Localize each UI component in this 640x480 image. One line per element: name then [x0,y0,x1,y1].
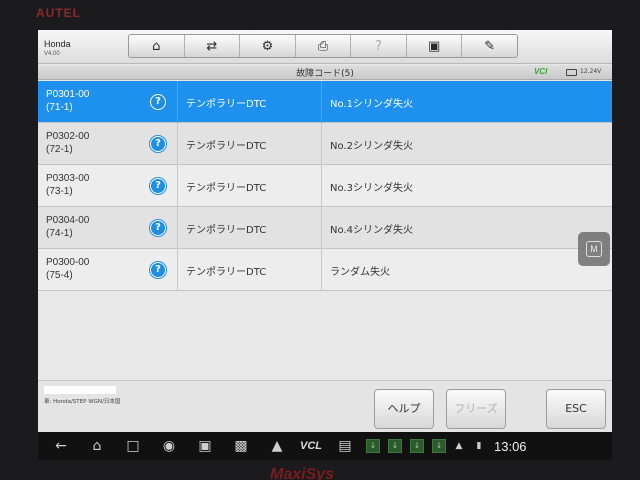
dtc-row[interactable]: P0300-00 (75-4)? テンポラリーDTC ランダム失火 [38,249,612,291]
car-icon[interactable]: ▤ [332,436,358,456]
gear-icon[interactable]: ⚙ [240,35,296,57]
dtc-description: No.3シリンダ失火 [330,183,413,194]
vci-indicator: VCI [534,67,547,76]
question-icon[interactable]: ? [150,262,166,278]
dtc-code: P0302-00 [46,131,90,142]
dtc-status: テンポラリーDTC [186,99,267,110]
dtc-row[interactable]: P0302-00 (72-1)? テンポラリーDTC No.2シリンダ失火 [38,123,612,165]
question-icon[interactable]: ? [150,94,166,110]
bottom-bar: 車: Honda/STEP WGN/日本国 ヘルプ フリーズ ESC [38,380,612,432]
dtc-row[interactable]: P0301-00 (71-1)? テンポラリーDTC No.1シリンダ失火 [38,81,612,123]
dtc-subcode: (74-1) [46,228,73,239]
download-icon-4: ↓ [432,439,446,453]
dtc-row[interactable]: P0303-00 (73-1)? テンポラリーDTC No.3シリンダ失火 [38,165,612,207]
app-name: Honda [44,39,71,49]
dtc-code: P0300-00 [46,257,90,268]
dtc-table: P0301-00 (71-1)? テンポラリーDTC No.1シリンダ失火 P0302-… [38,81,612,291]
voltage-readout: 12.24V [580,68,602,75]
help-button[interactable]: ヘルプ [374,389,434,429]
dtc-status: テンポラリーDTC [186,141,267,152]
question-icon[interactable]: ? [150,136,166,152]
dtc-status: テンポラリーDTC [186,267,267,278]
download-icon-3: ↓ [410,439,424,453]
top-bar: Honda V4.00 ⌂ ⇄ ⚙ ⎙? ▣ ✎ [38,30,612,64]
question-icon[interactable]: ? [150,178,166,194]
dtc-subcode: (73-1) [46,186,73,197]
vci-label: VCI [534,67,548,76]
m-label: M [586,241,602,257]
browser-icon[interactable]: ◉ [156,436,182,456]
toolbar: ⌂ ⇄ ⚙ ⎙? ▣ ✎ [128,34,518,58]
dtc-status-cell: テンポラリーDTC [179,165,322,207]
dtc-description: No.2シリンダ失火 [330,141,413,152]
vehicle-swap-icon[interactable]: ⇄ [185,35,241,57]
home-icon[interactable]: ⌂ [129,35,185,57]
dtc-subcode: (71-1) [46,102,73,113]
dtc-code: P0301-00 [46,89,90,100]
pen-icon[interactable]: ✎ [462,35,517,57]
dtc-code-cell: P0304-00 (74-1)? [38,207,178,249]
floating-m-button[interactable]: M [578,232,610,266]
status-battery-icon: ▮ [476,441,482,451]
app-version: V4.00 [44,51,60,57]
app-screen: Honda V4.00 ⌂ ⇄ ⚙ ⎙? ▣ ✎ 故障コード(5) VCI 12.24V … [38,30,612,432]
dtc-description-cell: No.4シリンダ失火 [323,207,612,249]
vcl-icon[interactable]: VCL [300,440,322,452]
camera-icon[interactable]: ▣ [192,436,218,456]
help-icon[interactable]: ? [351,35,407,57]
home-nav-icon[interactable]: ⌂ [84,436,110,456]
dtc-description-cell: No.1シリンダ失火 [323,81,612,123]
android-nav-bar: ← ⌂ □ ◉ ▣ ▩ ▲ VCL ▤ ↓ ↓ ↓ ↓ ▲ ▮ 13:06 [38,432,612,460]
wifi-icon: ▲ [455,441,463,451]
dtc-code: P0303-00 [46,173,90,184]
question-icon[interactable]: ? [150,220,166,236]
dtc-code: P0304-00 [46,215,90,226]
clock: 13:06 [494,438,527,454]
dtc-code-cell: P0302-00 (72-1)? [38,123,178,165]
sub-header: 故障コード(5) VCI 12.24V [38,65,612,80]
redacted-block [44,386,116,394]
page-title: 故障コード(5) [296,69,354,79]
battery-icon [566,69,577,76]
dtc-code-cell: P0301-00 (71-1)? [38,81,178,123]
dtc-code-cell: P0300-00 (75-4)? [38,249,178,291]
vehicle-info: 車: Honda/STEP WGN/日本国 [44,399,121,405]
dtc-description-cell: No.2シリンダ失火 [323,123,612,165]
dtc-status-cell: テンポラリーDTC [179,207,322,249]
maxisys-icon[interactable]: ▲ [264,436,290,456]
dtc-row[interactable]: P0304-00 (74-1)? テンポラリーDTC No.4シリンダ失火 [38,207,612,249]
freeze-frame-button[interactable]: フリーズ [446,389,506,429]
device-brand-logo: AUTEL [36,6,81,20]
dtc-status: テンポラリーDTC [186,183,267,194]
dtc-description: No.1シリンダ失火 [330,99,413,110]
printer-icon[interactable]: ⎙ [296,35,352,57]
dtc-description-cell: No.3シリンダ失火 [323,165,612,207]
dtc-status-cell: テンポラリーDTC [179,81,322,123]
dtc-subcode: (75-4) [46,270,73,281]
dtc-description-cell: ランダム失火 [323,249,612,291]
download-icon-2: ↓ [388,439,402,453]
back-icon[interactable]: ← [48,436,74,456]
download-icon-1: ↓ [366,439,380,453]
dtc-description: ランダム失火 [330,267,390,278]
dtc-code-cell: P0303-00 (73-1)? [38,165,178,207]
dtc-description: No.4シリンダ失火 [330,225,413,236]
device-model-logo: MaxiSys [270,466,335,480]
dtc-status-cell: テンポラリーDTC [179,249,322,291]
dtc-status: テンポラリーDTC [186,225,267,236]
save-icon[interactable]: ▣ [407,35,463,57]
recent-apps-icon[interactable]: □ [120,436,146,456]
dtc-status-cell: テンポラリーDTC [179,123,322,165]
esc-button[interactable]: ESC [546,389,606,429]
screenshot-icon[interactable]: ▩ [228,436,254,456]
dtc-subcode: (72-1) [46,144,73,155]
